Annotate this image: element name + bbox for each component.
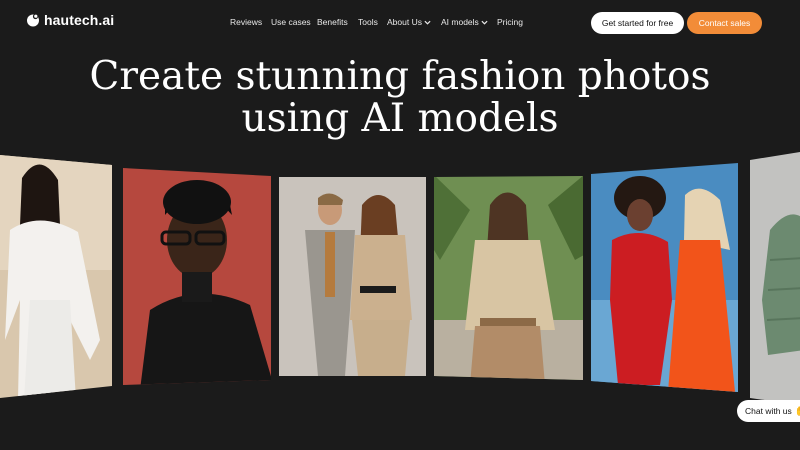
- photo-model-beige-shirt[interactable]: [434, 175, 584, 385]
- wave-hand-icon: ✋: [795, 406, 800, 417]
- photo-green-puffer-jacket[interactable]: [750, 150, 800, 410]
- chat-label: Chat with us: [745, 406, 792, 416]
- photo-couple-suits[interactable]: [279, 175, 429, 380]
- photo-models-red-orange-dresses[interactable]: [591, 160, 741, 395]
- photo-model-white-blouse[interactable]: [0, 150, 115, 400]
- photo-gallery: [0, 0, 800, 450]
- photo-model-black-turtleneck[interactable]: [120, 165, 275, 390]
- chat-with-us-button[interactable]: Chat with us ✋: [737, 400, 800, 422]
